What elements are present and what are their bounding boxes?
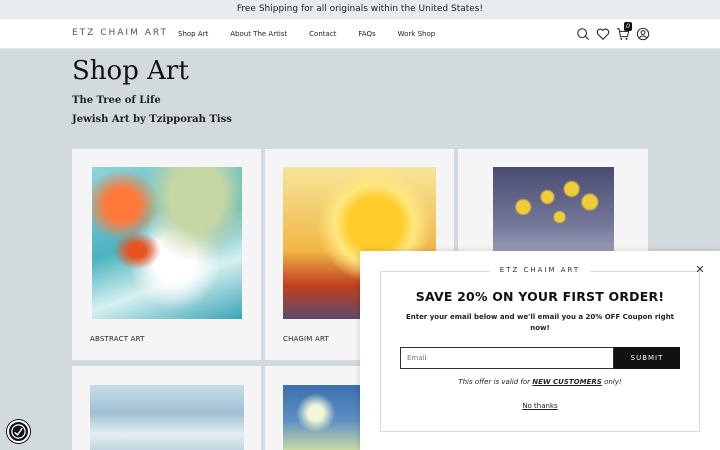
product-title[interactable]: CHAGIM ART xyxy=(283,335,329,343)
submit-button[interactable]: SUBMIT xyxy=(614,347,680,369)
offer-note: This offer is valid for NEW CUSTOMERS on… xyxy=(360,378,720,386)
popup-brand: ETZ CHAIM ART xyxy=(360,266,720,274)
nav-contact[interactable]: Contact xyxy=(309,30,336,38)
product-image[interactable] xyxy=(90,385,244,450)
product-title[interactable]: ABSTRACT ART xyxy=(90,335,145,343)
nav-shop-art[interactable]: Shop Art xyxy=(178,30,208,38)
product-image[interactable] xyxy=(283,385,365,450)
offer-suffix: only! xyxy=(604,378,622,386)
product-card-abstract[interactable]: ABSTRACT ART xyxy=(72,149,261,360)
main-nav: Shop Art About The Artist Contact FAQs W… xyxy=(178,30,457,38)
popup-brand-text: ETZ CHAIM ART xyxy=(489,266,591,274)
email-signup-popup: ETZ CHAIM ART ✕ SAVE 20% ON YOUR FIRST O… xyxy=(360,251,720,450)
accessibility-icon[interactable] xyxy=(7,420,30,443)
email-field[interactable] xyxy=(400,347,614,369)
page-byline: Jewish Art by Tzipporah Tiss xyxy=(72,114,232,125)
search-icon[interactable] xyxy=(576,26,590,41)
close-icon[interactable]: ✕ xyxy=(694,264,706,276)
popup-title: SAVE 20% ON YOUR FIRST ORDER! xyxy=(415,289,665,304)
heart-icon[interactable] xyxy=(596,26,610,40)
announcement-bar: Free Shipping for all originals within t… xyxy=(0,0,720,19)
page-title: Shop Art xyxy=(72,56,189,86)
popup-description: Enter your email below and we'll email y… xyxy=(405,313,675,332)
nav-faqs[interactable]: FAQs xyxy=(358,30,375,38)
header-icons: 0 xyxy=(570,22,650,41)
offer-highlight: NEW CUSTOMERS xyxy=(532,378,602,386)
cart-count-badge: 0 xyxy=(624,22,632,31)
page-subtitle: The Tree of Life xyxy=(72,95,161,106)
nav-work-shop[interactable]: Work Shop xyxy=(398,30,436,38)
cart-icon[interactable]: 0 xyxy=(616,22,632,40)
account-icon[interactable] xyxy=(636,26,650,41)
nav-about-artist[interactable]: About The Artist xyxy=(230,30,287,38)
site-header: ETZ CHAIM ART Shop Art About The Artist … xyxy=(0,19,720,49)
no-thanks-link[interactable]: No thanks xyxy=(360,402,720,410)
product-card-tree[interactable] xyxy=(265,366,365,450)
offer-prefix: This offer is valid for xyxy=(458,378,531,386)
product-card-water[interactable] xyxy=(72,366,261,450)
site-logo[interactable]: ETZ CHAIM ART xyxy=(72,28,168,38)
product-image[interactable] xyxy=(92,167,242,319)
